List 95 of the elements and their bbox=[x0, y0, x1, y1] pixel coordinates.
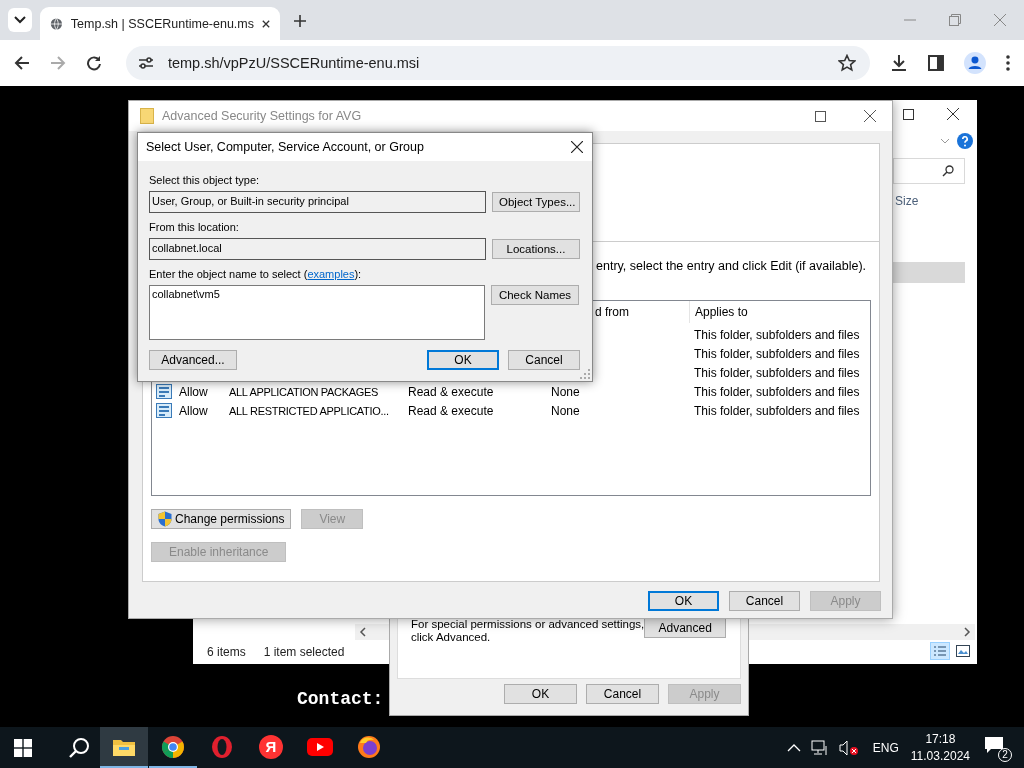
table-cell: This folder, subfolders and files bbox=[694, 403, 860, 418]
field-label: From this location: bbox=[149, 221, 240, 234]
table-cell: This folder, subfolders and files bbox=[694, 346, 860, 361]
tune-icon[interactable] bbox=[137, 56, 154, 70]
network-icon[interactable] bbox=[810, 739, 829, 756]
notifications-button[interactable]: 2 bbox=[984, 735, 1010, 760]
maximize-icon[interactable] bbox=[903, 109, 914, 120]
dialog-title: Select User, Computer, Service Account, or Group bbox=[146, 140, 424, 154]
clock-date: 11.03.2024 bbox=[910, 747, 970, 765]
windows-start-icon[interactable] bbox=[14, 738, 32, 757]
examples-link[interactable]: examples bbox=[307, 268, 355, 280]
field-label: Select this object type: bbox=[149, 174, 261, 187]
table-cell: ALL RESTRICTED APPLICATIO... bbox=[229, 404, 389, 417]
column-header[interactable]: Size bbox=[895, 194, 919, 208]
table-cell: Read & execute bbox=[408, 403, 494, 418]
back-icon[interactable] bbox=[14, 55, 30, 71]
table-cell: ALL APPLICATION PACKAGES bbox=[229, 385, 379, 398]
yandex-taskbar-button[interactable]: Я bbox=[247, 727, 295, 768]
chevron-down-icon[interactable] bbox=[940, 138, 950, 144]
contact-label: Contact: bbox=[297, 689, 384, 709]
scroll-left-icon[interactable] bbox=[359, 627, 367, 637]
resize-grip-icon[interactable] bbox=[580, 369, 590, 379]
scroll-right-icon[interactable] bbox=[963, 627, 971, 637]
dialog-button[interactable]: OK bbox=[648, 591, 719, 611]
tab-search-button[interactable] bbox=[8, 8, 32, 32]
note-text: For special permissions or advanced settings, bbox=[411, 618, 645, 630]
search-icon bbox=[942, 165, 954, 177]
table-cell: This folder, subfolders and files bbox=[694, 384, 860, 399]
dialog-button[interactable]: OK bbox=[504, 684, 577, 704]
folder-icon bbox=[140, 108, 154, 124]
firefox-icon bbox=[357, 734, 381, 759]
table-cell: This folder, subfolders and files bbox=[694, 327, 860, 342]
search-icon[interactable] bbox=[68, 736, 90, 759]
object-name-field[interactable]: collabnet\vm5 bbox=[149, 285, 485, 340]
check-names-button[interactable]: Check Names bbox=[491, 285, 579, 305]
advanced-button[interactable]: Advanced bbox=[644, 618, 726, 638]
table-cell: None bbox=[551, 384, 580, 399]
change-permissions-button[interactable]: Change permissions bbox=[151, 509, 292, 529]
notification-count: 2 bbox=[998, 747, 1012, 762]
instruction-text: entry, select the entry and click Edit (if available). bbox=[596, 259, 868, 273]
close-icon[interactable] bbox=[864, 110, 876, 122]
clock[interactable]: 17:18 11.03.2024 bbox=[910, 730, 970, 765]
search-field[interactable] bbox=[893, 158, 965, 184]
clock-time: 17:18 bbox=[925, 730, 956, 748]
side-panel-icon[interactable] bbox=[928, 55, 945, 71]
status-text: 6 items bbox=[207, 645, 246, 659]
table-cell: This folder, subfolders and files bbox=[694, 365, 860, 380]
location-field: collabnet.local bbox=[149, 238, 486, 260]
language-indicator[interactable]: ENG bbox=[872, 740, 899, 755]
locations-button[interactable]: Locations... bbox=[492, 239, 580, 259]
object-types-button[interactable]: Object Types... bbox=[492, 192, 580, 212]
note-text: click Advanced. bbox=[411, 631, 492, 643]
close-icon[interactable] bbox=[262, 18, 270, 29]
browser-tab[interactable]: Temp.sh | SSCERuntime-enu.ms bbox=[40, 7, 280, 40]
table-cell: Allow bbox=[179, 403, 208, 418]
star-icon[interactable] bbox=[838, 54, 857, 72]
reload-icon[interactable] bbox=[85, 55, 102, 71]
advanced-button[interactable]: Advanced... bbox=[149, 350, 237, 370]
status-text: 1 item selected bbox=[263, 645, 345, 659]
object-type-field: User, Group, or Built-in security principal bbox=[149, 191, 486, 213]
window-title: Advanced Security Settings for AVG bbox=[162, 109, 362, 123]
download-icon[interactable] bbox=[890, 54, 909, 72]
thumbnail-view-icon[interactable] bbox=[956, 645, 970, 657]
dialog-button[interactable]: Cancel bbox=[586, 684, 659, 704]
maximize-icon[interactable] bbox=[815, 110, 826, 122]
help-icon[interactable] bbox=[957, 133, 973, 149]
chevron-down-icon bbox=[14, 16, 26, 24]
video-play-icon bbox=[307, 737, 333, 756]
new-tab-icon[interactable] bbox=[294, 15, 306, 27]
restore-icon[interactable] bbox=[949, 14, 961, 26]
speaker-muted-icon[interactable] bbox=[838, 739, 859, 756]
dialog-button[interactable]: Cancel bbox=[729, 591, 800, 611]
profile-icon[interactable] bbox=[964, 52, 987, 74]
globe-icon bbox=[50, 15, 63, 32]
field-label: Enter the object name to select (examples): bbox=[149, 268, 363, 281]
close-icon[interactable] bbox=[571, 141, 583, 153]
column-header[interactable]: Applies to bbox=[689, 301, 870, 323]
chrome-icon bbox=[161, 734, 185, 759]
menu-icon[interactable] bbox=[1006, 55, 1011, 71]
opera-icon bbox=[211, 734, 233, 759]
message-icon bbox=[984, 735, 1004, 754]
scrollbar-track[interactable] bbox=[355, 624, 389, 640]
dialog-button[interactable]: Cancel bbox=[508, 350, 580, 370]
url-text: temp.sh/vpPzU/SSCERuntime-enu.msi bbox=[167, 55, 420, 71]
table-cell: Allow bbox=[179, 384, 208, 399]
yandex-icon: Я bbox=[259, 734, 283, 759]
table-cell: Read & execute bbox=[408, 384, 494, 399]
explorer-taskbar-button[interactable] bbox=[100, 727, 148, 768]
table-cell: None bbox=[551, 403, 580, 418]
tab-title: Temp.sh | SSCERuntime-enu.ms bbox=[70, 16, 254, 31]
scrollbar-track[interactable] bbox=[749, 624, 975, 640]
address-bar[interactable]: temp.sh/vpPzU/SSCERuntime-enu.msi bbox=[125, 46, 871, 80]
close-icon[interactable] bbox=[947, 108, 959, 120]
dialog-button[interactable]: OK bbox=[427, 350, 499, 370]
chevron-up-icon[interactable] bbox=[786, 743, 801, 752]
